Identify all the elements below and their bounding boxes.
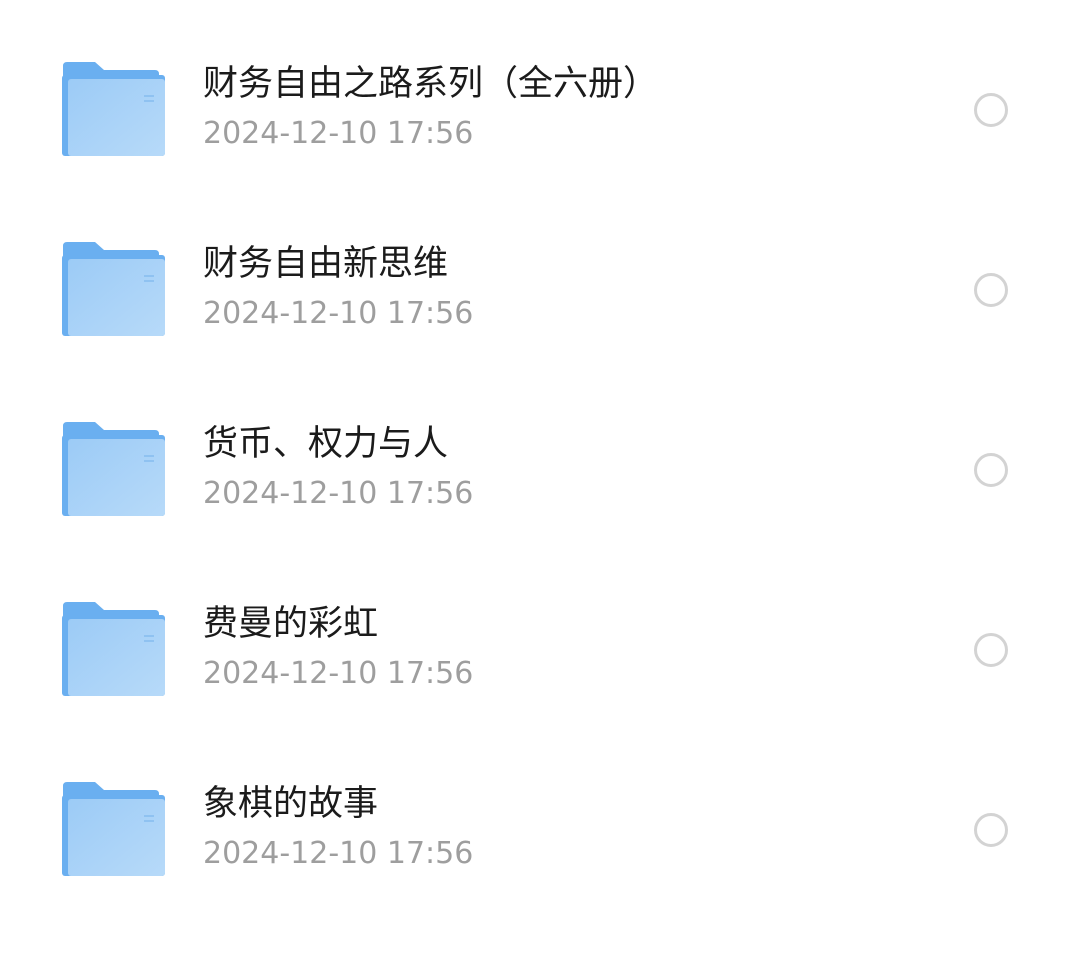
file-list: 财务自由之路系列（全六册） 2024-12-10 17:56 财务自由新思维 2…	[0, 0, 1080, 918]
folder-name: 费曼的彩虹	[203, 604, 379, 644]
select-radio[interactable]	[974, 633, 1008, 667]
folder-row[interactable]: 货币、权力与人 2024-12-10 17:56	[0, 422, 1080, 602]
folder-row[interactable]: 财务自由新思维 2024-12-10 17:56	[0, 242, 1080, 422]
select-radio[interactable]	[974, 813, 1008, 847]
folder-row[interactable]: 象棋的故事 2024-12-10 17:56	[0, 782, 1080, 962]
folder-row[interactable]: 费曼的彩虹 2024-12-10 17:56	[0, 602, 1080, 782]
folder-modified-date: 2024-12-10 17:56	[203, 116, 474, 151]
folder-name: 象棋的故事	[203, 784, 379, 824]
folder-icon	[61, 422, 165, 518]
folder-icon	[61, 242, 165, 338]
folder-modified-date: 2024-12-10 17:56	[203, 296, 474, 331]
folder-modified-date: 2024-12-10 17:56	[203, 656, 474, 691]
folder-modified-date: 2024-12-10 17:56	[203, 476, 474, 511]
select-radio[interactable]	[974, 273, 1008, 307]
folder-modified-date: 2024-12-10 17:56	[203, 836, 474, 871]
folder-name: 货币、权力与人	[203, 424, 449, 464]
folder-icon	[61, 782, 165, 878]
folder-icon	[61, 602, 165, 698]
folder-row[interactable]: 财务自由之路系列（全六册） 2024-12-10 17:56	[0, 62, 1080, 242]
select-radio[interactable]	[974, 453, 1008, 487]
select-radio[interactable]	[974, 93, 1008, 127]
folder-name: 财务自由之路系列（全六册）	[203, 64, 659, 104]
folder-name: 财务自由新思维	[203, 244, 449, 284]
folder-icon	[61, 62, 165, 158]
